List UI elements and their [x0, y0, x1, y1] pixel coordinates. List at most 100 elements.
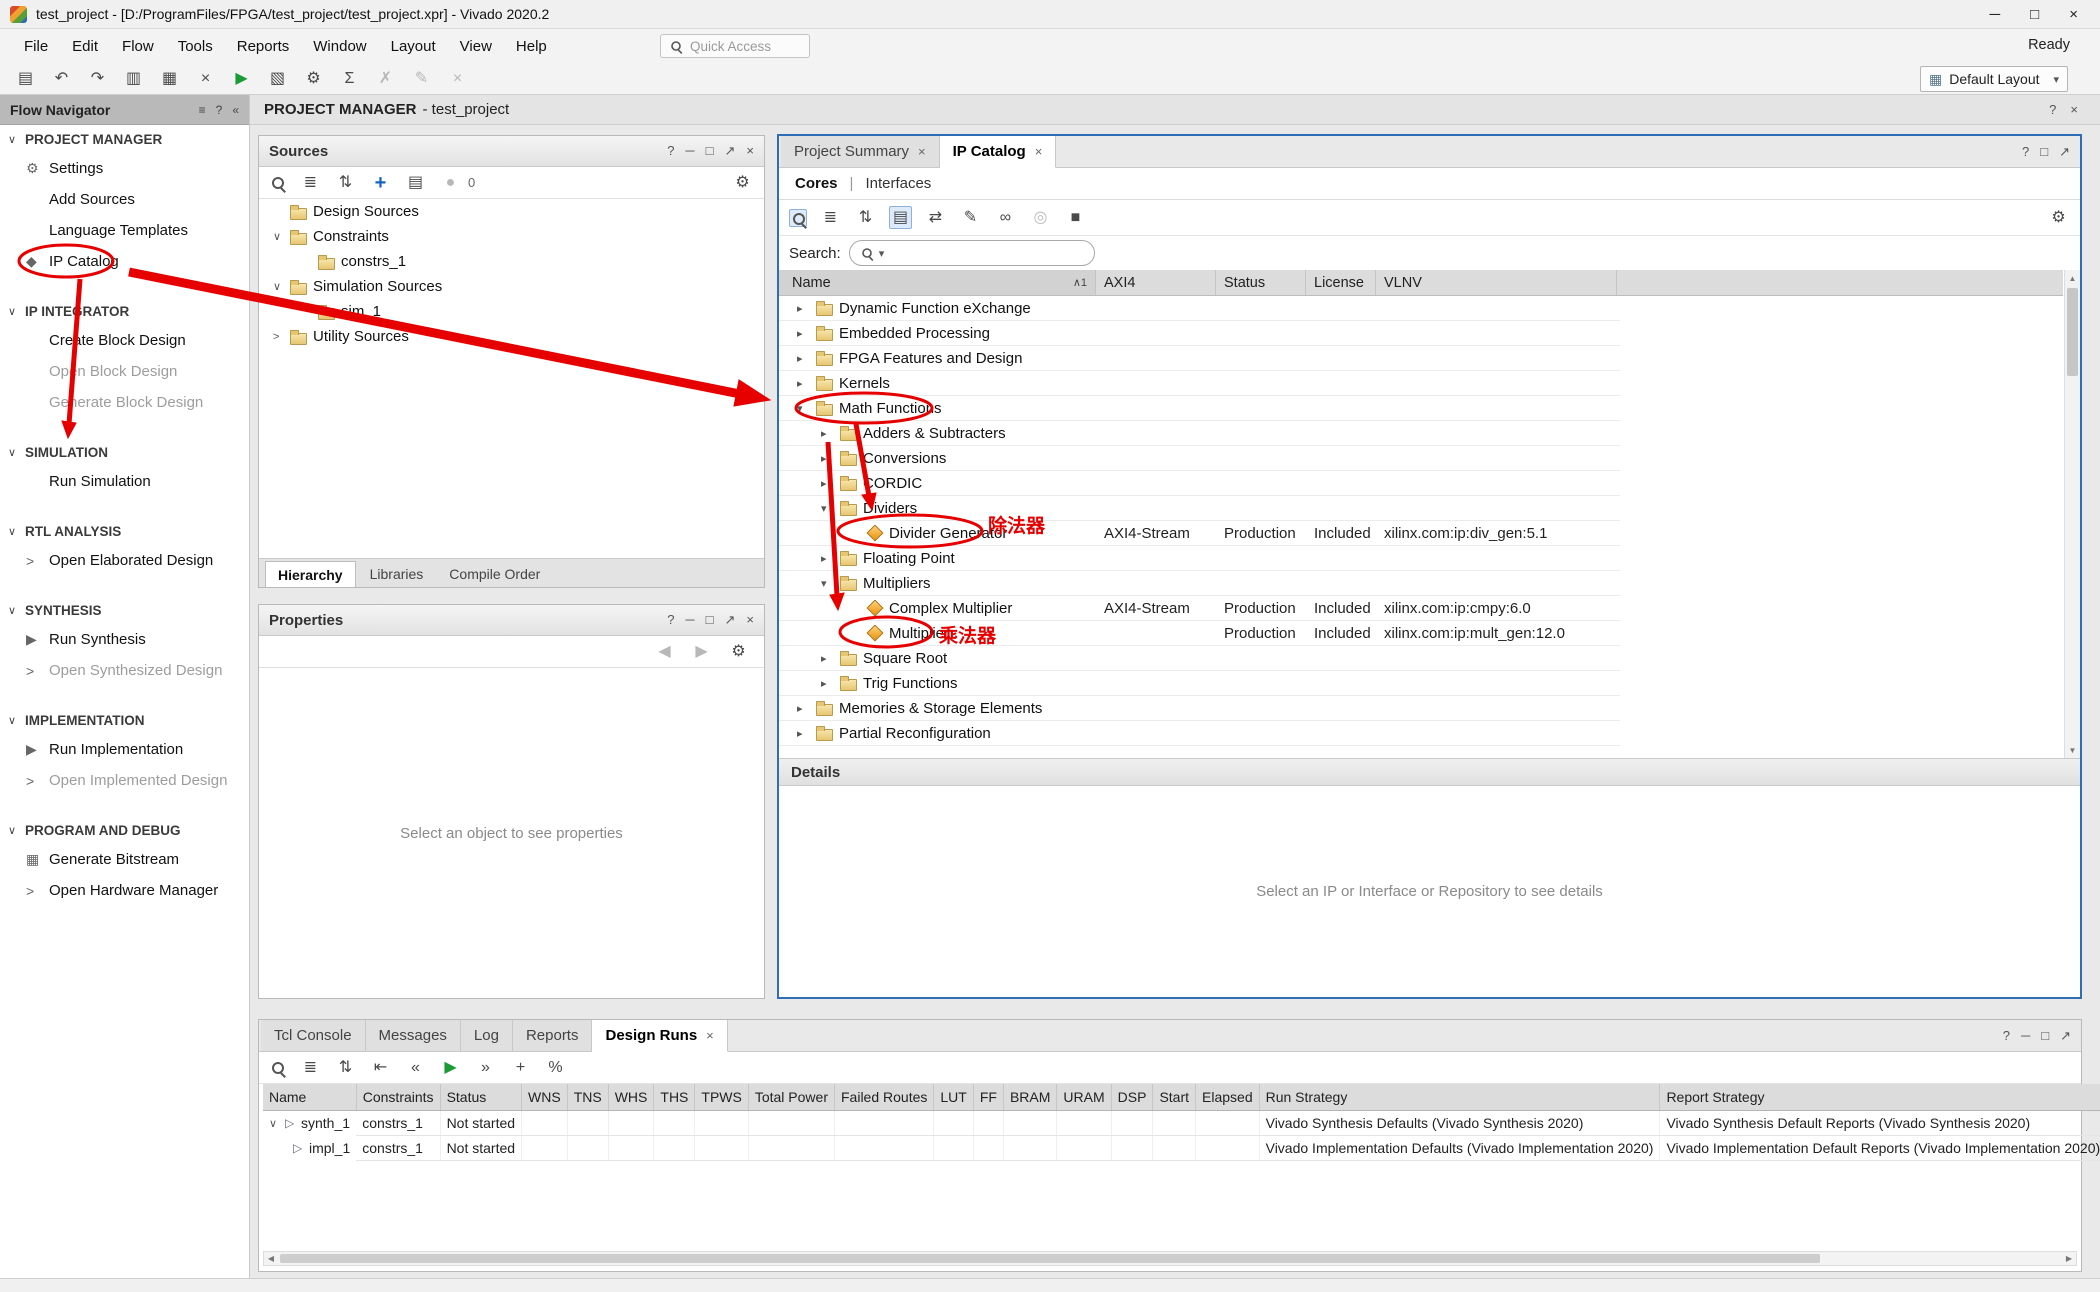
menu-window[interactable]: Window: [301, 33, 378, 60]
nav-open-synthesized-design[interactable]: > Open Synthesized Design: [0, 655, 249, 686]
toolbar-icon-save[interactable]: ▤: [14, 67, 37, 90]
toolbar-icon-add-sources[interactable]: +: [369, 171, 392, 194]
close-icon[interactable]: ×: [1035, 144, 1043, 159]
settings-gear-icon[interactable]: ⚙: [2047, 206, 2070, 229]
window-minimize-button[interactable]: ─: [1990, 6, 2001, 23]
panel-button-toolbar-toggle[interactable]: ≡: [199, 103, 206, 117]
nav-open-block-design[interactable]: Open Block Design: [0, 356, 249, 387]
ip-tree-scrollbar[interactable]: ▲ ▼: [2064, 270, 2080, 758]
ip-row-math-functions[interactable]: ▾ Math Functions: [779, 396, 1620, 421]
ip-row-fpga-features-and-design[interactable]: ▸ FPGA Features and Design: [779, 346, 1620, 371]
ip-row-divider-generator[interactable]: Divider Generator AXI4-Stream Production…: [779, 521, 1620, 546]
ip-row-multiplier[interactable]: Multiplier Production Included xilinx.co…: [779, 621, 1620, 646]
ip-row-floating-point[interactable]: ▸ Floating Point: [779, 546, 1620, 571]
help-icon[interactable]: ?: [2049, 102, 2056, 117]
panel-button-close[interactable]: ×: [746, 612, 754, 628]
panel-button-help[interactable]: ?: [667, 143, 674, 159]
ip-row-trig-functions[interactable]: ▸ Trig Functions: [779, 671, 1620, 696]
panel-button-minimize[interactable]: ─: [2021, 1028, 2030, 1044]
nav-open-elaborated-design[interactable]: > Open Elaborated Design: [0, 545, 249, 576]
column-header-status[interactable]: Status: [440, 1084, 521, 1110]
ip-row-memories-storage-elements[interactable]: ▸ Memories & Storage Elements: [779, 696, 1620, 721]
tab-messages[interactable]: Messages: [366, 1020, 461, 1051]
nav-run-simulation[interactable]: Run Simulation: [0, 466, 249, 497]
panel-button-float[interactable]: ↗: [2059, 144, 2070, 160]
scroll-right-icon[interactable]: ▶: [2062, 1252, 2076, 1265]
tab-libraries[interactable]: Libraries: [358, 561, 436, 587]
tree-item-constraints[interactable]: ∨ Constraints: [259, 224, 764, 249]
close-icon[interactable]: ×: [706, 1028, 714, 1043]
window-close-button[interactable]: ×: [2069, 6, 2078, 23]
menu-layout[interactable]: Layout: [379, 33, 448, 60]
column-header-tns[interactable]: TNS: [567, 1084, 608, 1110]
run-row-impl-1[interactable]: ▷ impl_1 constrs_1 Not started Vivado Im…: [263, 1136, 2100, 1161]
panel-button-float[interactable]: ↗: [2060, 1028, 2071, 1044]
toolbar-icon-step-back[interactable]: «: [404, 1056, 427, 1079]
panel-button-collapse-panel[interactable]: «: [232, 103, 239, 117]
panel-button-minimize[interactable]: ─: [685, 143, 694, 159]
nav-program-and-debug[interactable]: ∨ PROGRAM AND DEBUG: [0, 816, 249, 844]
ip-row-dynamic-function-exchange[interactable]: ▸ Dynamic Function eXchange: [779, 296, 1620, 321]
ip-row-cordic[interactable]: ▸ CORDIC: [779, 471, 1620, 496]
toolbar-icon-expand-all[interactable]: ⇅: [854, 206, 877, 229]
toolbar-icon-expand-all[interactable]: ⇅: [334, 1056, 357, 1079]
column-header-ths[interactable]: THS: [654, 1084, 695, 1110]
tab-design-runs[interactable]: Design Runs ×: [592, 1020, 727, 1052]
toolbar-icon-add-repository[interactable]: ⇄: [924, 206, 947, 229]
menu-flow[interactable]: Flow: [110, 33, 166, 60]
subtab-cores[interactable]: Cores: [795, 175, 838, 192]
ip-row-multipliers[interactable]: ▾ Multipliers: [779, 571, 1620, 596]
nav-open-hardware-manager[interactable]: > Open Hardware Manager: [0, 875, 249, 906]
nav-ip-integrator[interactable]: ∨ IP INTEGRATOR: [0, 297, 249, 325]
column-header-ff[interactable]: FF: [973, 1084, 1003, 1110]
tab-ip-catalog[interactable]: IP Catalog ×: [940, 136, 1057, 168]
nav-generate-bitstream[interactable]: ▦ Generate Bitstream: [0, 844, 249, 875]
nav-simulation[interactable]: ∨ SIMULATION: [0, 438, 249, 466]
panel-button-float[interactable]: ↗: [725, 612, 736, 628]
nav-rtl-analysis[interactable]: ∨ RTL ANALYSIS: [0, 517, 249, 545]
panel-button-help[interactable]: ?: [2003, 1028, 2010, 1044]
column-header-wns[interactable]: WNS: [522, 1084, 568, 1110]
nav-settings[interactable]: ⚙ Settings: [0, 153, 249, 184]
ip-row-adders-subtracters[interactable]: ▸ Adders & Subtracters: [779, 421, 1620, 446]
toolbar-icon-show-hierarchy[interactable]: ▤: [889, 206, 912, 229]
nav-language-templates[interactable]: Language Templates: [0, 215, 249, 246]
window-maximize-button[interactable]: □: [2030, 6, 2039, 23]
toolbar-icon-back[interactable]: ◀: [653, 640, 676, 663]
tree-item-constrs-1[interactable]: constrs_1: [259, 249, 764, 274]
scroll-left-icon[interactable]: ◀: [264, 1252, 278, 1265]
panel-button-help[interactable]: ?: [216, 103, 223, 117]
tab-tcl-console[interactable]: Tcl Console: [261, 1020, 366, 1051]
column-header-license[interactable]: License: [1306, 270, 1376, 295]
column-header-whs[interactable]: WHS: [608, 1084, 654, 1110]
column-header-failed-routes[interactable]: Failed Routes: [835, 1084, 934, 1110]
toolbar-icon-run[interactable]: ▶: [439, 1056, 462, 1079]
ip-row-embedded-processing[interactable]: ▸ Embedded Processing: [779, 321, 1620, 346]
column-header-elapsed[interactable]: Elapsed: [1196, 1084, 1260, 1110]
column-header-bram[interactable]: BRAM: [1003, 1084, 1056, 1110]
scroll-up-icon[interactable]: ▲: [2065, 270, 2080, 286]
column-header-tpws[interactable]: TPWS: [695, 1084, 748, 1110]
tab-project-summary[interactable]: Project Summary ×: [781, 136, 940, 167]
scroll-down-icon[interactable]: ▼: [2065, 742, 2080, 758]
nav-add-sources[interactable]: Add Sources: [0, 184, 249, 215]
ip-row-conversions[interactable]: ▸ Conversions: [779, 446, 1620, 471]
panel-button-help[interactable]: ?: [667, 612, 674, 628]
panel-button-help[interactable]: ?: [2022, 144, 2029, 160]
toolbar-icon-collapse-all[interactable]: ≣: [819, 206, 842, 229]
ip-row-dividers[interactable]: ▾ Dividers: [779, 496, 1620, 521]
column-header-lut[interactable]: LUT: [934, 1084, 973, 1110]
nav-generate-block-design[interactable]: Generate Block Design: [0, 387, 249, 418]
toolbar-icon-step[interactable]: ▧: [266, 67, 289, 90]
panel-button-float[interactable]: ↗: [725, 143, 736, 159]
toolbar-icon-go-to-start[interactable]: ⇤: [369, 1056, 392, 1079]
ip-search-input[interactable]: ▾: [849, 240, 1095, 266]
nav-ip-catalog[interactable]: ◆ IP Catalog: [0, 246, 249, 277]
panel-button-maximize[interactable]: □: [2041, 1028, 2049, 1044]
toolbar-icon-step-forward[interactable]: »: [474, 1056, 497, 1079]
toolbar-icon-forward[interactable]: ▶: [690, 640, 713, 663]
close-icon[interactable]: ×: [2070, 102, 2078, 117]
menu-tools[interactable]: Tools: [166, 33, 225, 60]
scrollbar-thumb[interactable]: [2067, 288, 2078, 376]
toolbar-icon-expand-all[interactable]: ⇅: [334, 171, 357, 194]
